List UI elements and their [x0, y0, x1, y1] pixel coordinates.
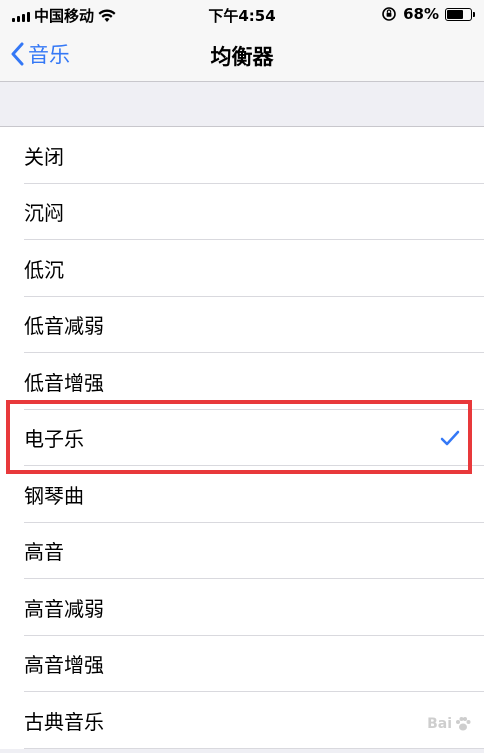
equalizer-option-label: 高音: [24, 540, 64, 565]
equalizer-option-label: 低音减弱: [24, 314, 104, 339]
equalizer-option[interactable]: 沉闷: [0, 183, 484, 240]
equalizer-option-label: 沉闷: [24, 201, 64, 226]
equalizer-option-label: 低音增强: [24, 370, 104, 395]
equalizer-option-label: 古典音乐: [24, 709, 104, 734]
battery-percent: 68%: [403, 5, 439, 23]
equalizer-option[interactable]: 钢琴曲: [0, 466, 484, 523]
equalizer-option-label: 关闭: [24, 144, 64, 169]
battery-level-fill: [447, 9, 463, 19]
equalizer-option-label: 钢琴曲: [24, 483, 84, 508]
paw-icon: [456, 717, 471, 731]
battery-icon: [445, 7, 475, 21]
page-title: 均衡器: [210, 45, 274, 69]
equalizer-option[interactable]: 低音增强: [0, 353, 484, 410]
equalizer-option-label: 低沉: [24, 257, 64, 282]
equalizer-option-label: 高音增强: [24, 653, 104, 678]
equalizer-option[interactable]: 高音增强: [0, 635, 484, 692]
equalizer-option-label: 高音减弱: [24, 596, 104, 621]
watermark-logo: Bai: [427, 716, 452, 732]
equalizer-option[interactable]: 高音: [0, 522, 484, 579]
equalizer-option[interactable]: 低音减弱: [0, 296, 484, 353]
navigation-bar: 音乐 均衡器: [0, 30, 484, 82]
checkmark-icon: [440, 430, 460, 445]
equalizer-screen: 中国移动 下午4:54 68% 音乐 均衡器 关闭 沉闷 低沉 低音减弱 低音增…: [0, 0, 484, 753]
orientation-lock-icon: [382, 7, 396, 21]
equalizer-option[interactable]: 古典音乐: [0, 692, 484, 749]
equalizer-option[interactable]: 电子乐: [0, 409, 484, 466]
equalizer-option-label: 电子乐: [24, 427, 84, 452]
status-right: 68%: [381, 5, 475, 23]
equalizer-option[interactable]: 关闭: [0, 127, 484, 184]
watermark: Bai: [427, 715, 472, 733]
status-bar: 中国移动 下午4:54 68%: [0, 0, 484, 30]
equalizer-list: 关闭沉闷低沉低音减弱低音增强电子乐钢琴曲高音高音减弱高音增强古典音乐: [0, 126, 484, 749]
equalizer-option[interactable]: 高音减弱: [0, 579, 484, 636]
equalizer-option[interactable]: 低沉: [0, 240, 484, 297]
